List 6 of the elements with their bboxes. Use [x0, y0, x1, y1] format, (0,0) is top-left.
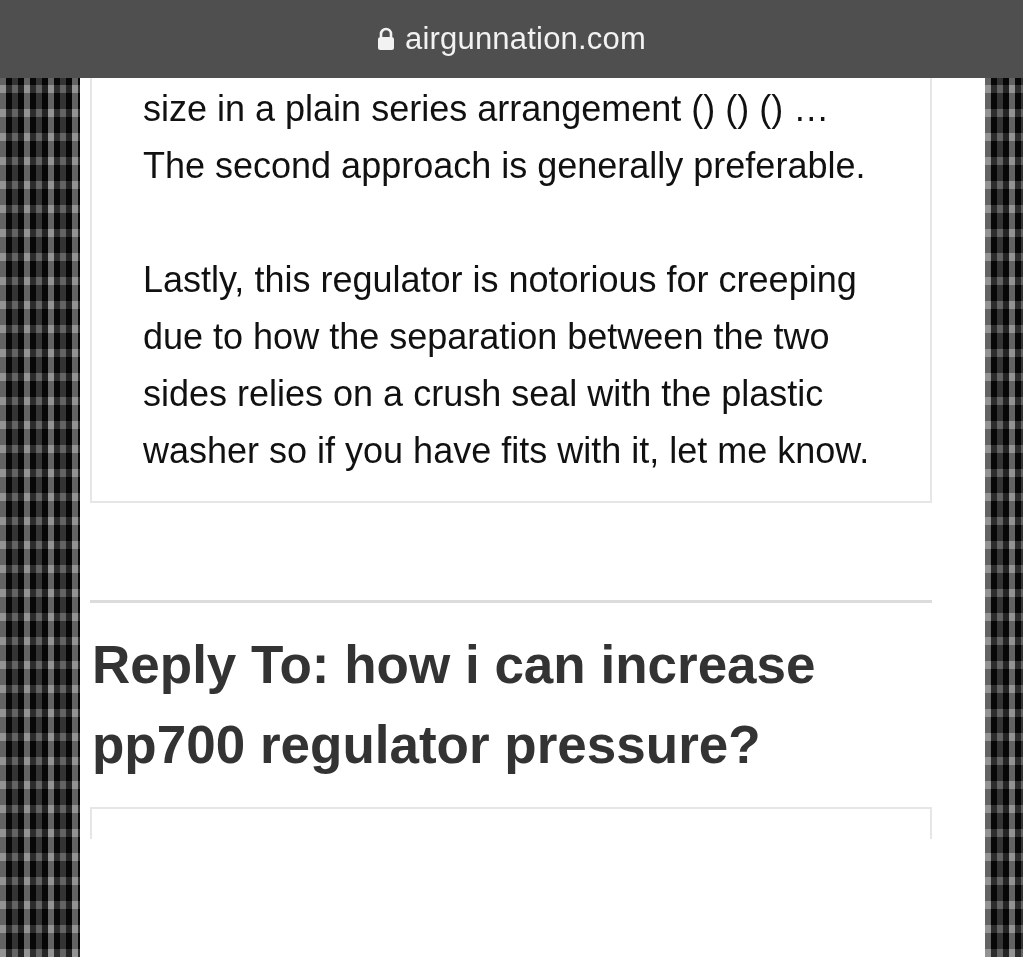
reply-title: Reply To: how i can increase pp700 regulator pressure?	[92, 634, 817, 776]
paragraph: size in a plain series arrangement () () () … The second approach is generally preferable.	[143, 87, 867, 188]
address-bar[interactable]: airgunnation.com	[0, 0, 1023, 78]
lock-icon	[377, 27, 395, 51]
url-text: airgunnation.com	[405, 21, 646, 57]
paragraph: Lastly, this regulator is notorious for creeping due to how the separation between the two sides relies on a crush seal with the plastic washer so if you have fits with it, let me know.	[143, 258, 871, 473]
